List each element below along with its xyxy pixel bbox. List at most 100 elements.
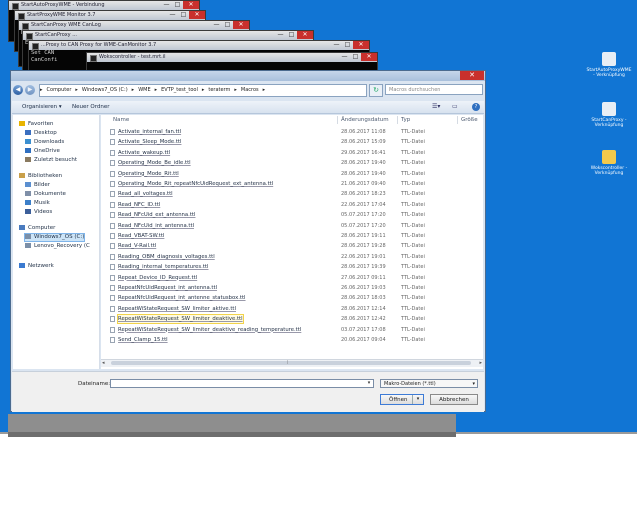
nav-item[interactable]: OneDrive xyxy=(25,148,60,155)
filename-input[interactable] xyxy=(110,379,374,388)
file-row[interactable]: Operating_Mode_Rit_repeatNfcUidRequest_e… xyxy=(101,180,481,188)
breadcrumb-separator-icon[interactable]: ▸ xyxy=(263,87,266,93)
file-row[interactable]: Operating_Mode_Be_idle.ttl 28.06.2017 19:… xyxy=(101,159,481,167)
cancel-button[interactable]: Abbrechen xyxy=(430,394,478,405)
nav-item[interactable]: Bibliotheken xyxy=(19,173,62,180)
file-row[interactable]: Reading_internal_temperatures.ttl 28.06.2… xyxy=(101,263,481,271)
nav-item[interactable]: Downloads xyxy=(25,139,64,146)
close-button[interactable]: ✕ xyxy=(460,71,484,80)
close-icon[interactable]: ✕ xyxy=(361,53,377,61)
file-row[interactable]: RepeatWiStateRequest_SW_limiter_aktive.t… xyxy=(101,305,481,313)
nav-item[interactable]: Lenovo_Recovery (C xyxy=(25,243,90,250)
file-row[interactable]: Activate_wakeup.ttl 29.06.2017 16:41 TTL-D… xyxy=(101,149,481,157)
nav-item[interactable]: Musik xyxy=(25,200,50,207)
desktop-shortcut[interactable]: StartAutoProxyWME - Verknüpfung xyxy=(586,52,632,78)
breadcrumb-separator-icon[interactable]: ▸ xyxy=(155,87,158,93)
breadcrumb-item[interactable]: Macros xyxy=(241,87,259,93)
scroll-left-icon[interactable]: ◂ xyxy=(102,360,105,367)
nav-item[interactable]: Desktop xyxy=(25,130,57,137)
column-divider[interactable] xyxy=(337,116,338,124)
breadcrumb-item[interactable]: EVTP_test_tool xyxy=(161,87,198,93)
nav-item[interactable]: Favoriten xyxy=(19,121,53,128)
maximize-icon[interactable]: □ xyxy=(178,11,189,19)
desktop-shortcut[interactable]: Wokscontroller - Verknüpfung xyxy=(586,150,632,176)
column-header-size[interactable]: Größe xyxy=(461,117,478,123)
new-folder-button[interactable]: Neuer Ordner xyxy=(72,103,110,111)
column-divider[interactable] xyxy=(397,116,398,124)
breadcrumb-separator-icon[interactable]: ▸ xyxy=(202,87,205,93)
console-title-bar[interactable]: StartCanProxy ... xyxy=(23,31,313,40)
view-options-icon[interactable]: ☰▾ xyxy=(432,103,440,111)
file-row[interactable]: Activate_internal_fan.ttl 28.06.2017 11:0… xyxy=(101,128,481,136)
search-input[interactable]: Macros durchsuchen xyxy=(385,84,483,95)
breadcrumb-item[interactable]: Windows7_OS (C:) xyxy=(82,87,128,93)
horizontal-scrollbar[interactable]: ◂ ⦙ ▸ xyxy=(101,359,483,367)
file-row[interactable]: Read_NFcUid_ext_antenna.ttl 05.07.2017 17… xyxy=(101,211,481,219)
nav-item[interactable]: Dokumente xyxy=(25,191,66,198)
nav-item[interactable]: Zuletzt besucht xyxy=(25,157,77,164)
minimize-icon[interactable]: — xyxy=(211,21,222,29)
organize-button[interactable]: Organisieren ▾ xyxy=(22,103,62,111)
nav-item[interactable]: Videos xyxy=(25,209,52,216)
maximize-icon[interactable]: □ xyxy=(172,1,183,9)
file-row[interactable]: Read_NFC_ID.ttl 22.06.2017 17:04 TTL-Datei xyxy=(101,201,481,209)
maximize-icon[interactable]: □ xyxy=(350,53,361,61)
file-row[interactable]: Read_NFcUid_int_antenna.ttl 05.07.2017 17… xyxy=(101,222,481,230)
forward-arrow-icon[interactable]: ▶ xyxy=(25,85,35,95)
file-row[interactable]: Activate_Sleep_Mode.ttl 28.06.2017 15:09 T… xyxy=(101,138,481,146)
scroll-thumb[interactable] xyxy=(111,361,471,365)
nav-item[interactable]: Bilder xyxy=(25,182,50,189)
file-row[interactable]: RepeatWiStateRequest_SW_limiter_deaktive… xyxy=(101,314,481,325)
open-options-dropdown-icon[interactable]: ▾ xyxy=(412,395,423,404)
close-icon[interactable]: ✕ xyxy=(183,1,199,9)
minimize-icon[interactable]: — xyxy=(331,41,342,49)
file-row[interactable]: Reading_OBM_diagnosis_voltages.ttl 22.06.… xyxy=(101,253,481,261)
file-row[interactable]: RepeatNfcUidRequest_int_antenna.ttl 26.06… xyxy=(101,284,481,292)
breadcrumb[interactable]: ▸ Computer ▸ Windows7_OS (C:) ▸ WME ▸ EVTP_test… xyxy=(39,84,367,97)
column-header-name[interactable]: Name xyxy=(113,117,129,123)
maximize-icon[interactable]: □ xyxy=(222,21,233,29)
desktop-shortcut[interactable]: StartCanProxy - Verknüpfung xyxy=(586,102,632,128)
dialog-title-bar[interactable]: ✕ xyxy=(11,71,485,81)
nav-item[interactable]: Computer xyxy=(19,225,55,232)
preview-pane-icon[interactable]: ▭ xyxy=(452,103,458,111)
close-icon[interactable]: ✕ xyxy=(353,41,369,49)
minimize-icon[interactable]: — xyxy=(161,1,172,9)
column-header-type[interactable]: Typ xyxy=(401,117,410,123)
file-row[interactable]: Read_VBAT-SW.ttl 28.06.2017 19:11 TTL-Date… xyxy=(101,232,481,240)
file-row[interactable]: Send_Clamp_15.ttl 20.06.2017 09:04 TTL-Dat… xyxy=(101,336,481,344)
console-title-bar[interactable]: Wokscontroller - test.mrt.il xyxy=(87,53,377,62)
breadcrumb-separator-icon[interactable]: ▸ xyxy=(75,87,78,93)
scroll-right-icon[interactable]: ▸ xyxy=(479,360,482,367)
close-icon[interactable]: ✕ xyxy=(233,21,249,29)
maximize-icon[interactable]: □ xyxy=(342,41,353,49)
back-arrow-icon[interactable]: ◀ xyxy=(13,85,23,95)
column-divider[interactable] xyxy=(457,116,458,124)
breadcrumb-item[interactable]: Computer xyxy=(47,87,72,93)
maximize-icon[interactable]: □ xyxy=(286,31,297,39)
refresh-icon[interactable]: ↻ xyxy=(369,84,383,97)
minimize-icon[interactable]: — xyxy=(167,11,178,19)
file-row[interactable]: Operating_Mode_Rit.ttl 28.06.2017 19:40 TT… xyxy=(101,170,481,178)
filetype-select[interactable]: Makro-Dateien (*.ttl) ▾ xyxy=(380,379,478,388)
nav-item[interactable]: Windows7_OS (C:) xyxy=(23,233,86,242)
close-icon[interactable]: ✕ xyxy=(297,31,313,39)
help-icon[interactable]: ? xyxy=(472,103,480,111)
filename-dropdown-icon[interactable]: ▾ xyxy=(364,379,374,388)
file-row[interactable]: Read_V-Rail.ttl 28.06.2017 19:28 TTL-Datei xyxy=(101,242,481,250)
file-row[interactable]: RepeatWiStateRequest_SW_limiter_deaktive… xyxy=(101,326,481,334)
breadcrumb-separator-icon[interactable]: ▸ xyxy=(234,87,237,93)
file-row[interactable]: Read_all_voltages.ttl 28.06.2017 18:23 TTL… xyxy=(101,190,481,198)
console-title-bar[interactable]: ...Proxy to CAN Proxy for WME-CanMonitor… xyxy=(29,41,369,50)
nav-item[interactable]: Netzwerk xyxy=(19,263,54,270)
file-row[interactable]: Repeat_Device_ID_Request.ttl 27.06.2017 0… xyxy=(101,274,481,282)
minimize-icon[interactable]: — xyxy=(275,31,286,39)
open-button[interactable]: Öffnen ▾ xyxy=(380,394,424,405)
minimize-icon[interactable]: — xyxy=(339,53,350,61)
column-header-date[interactable]: Änderungsdatum xyxy=(341,117,389,123)
breadcrumb-separator-icon[interactable]: ▸ xyxy=(132,87,135,93)
breadcrumb-item[interactable]: WME xyxy=(138,87,150,93)
file-row[interactable]: RepeatNfcUidRequest_int_antenne_statusbo… xyxy=(101,294,481,302)
close-icon[interactable]: ✕ xyxy=(189,11,205,19)
breadcrumb-item[interactable]: teraterm xyxy=(208,87,230,93)
